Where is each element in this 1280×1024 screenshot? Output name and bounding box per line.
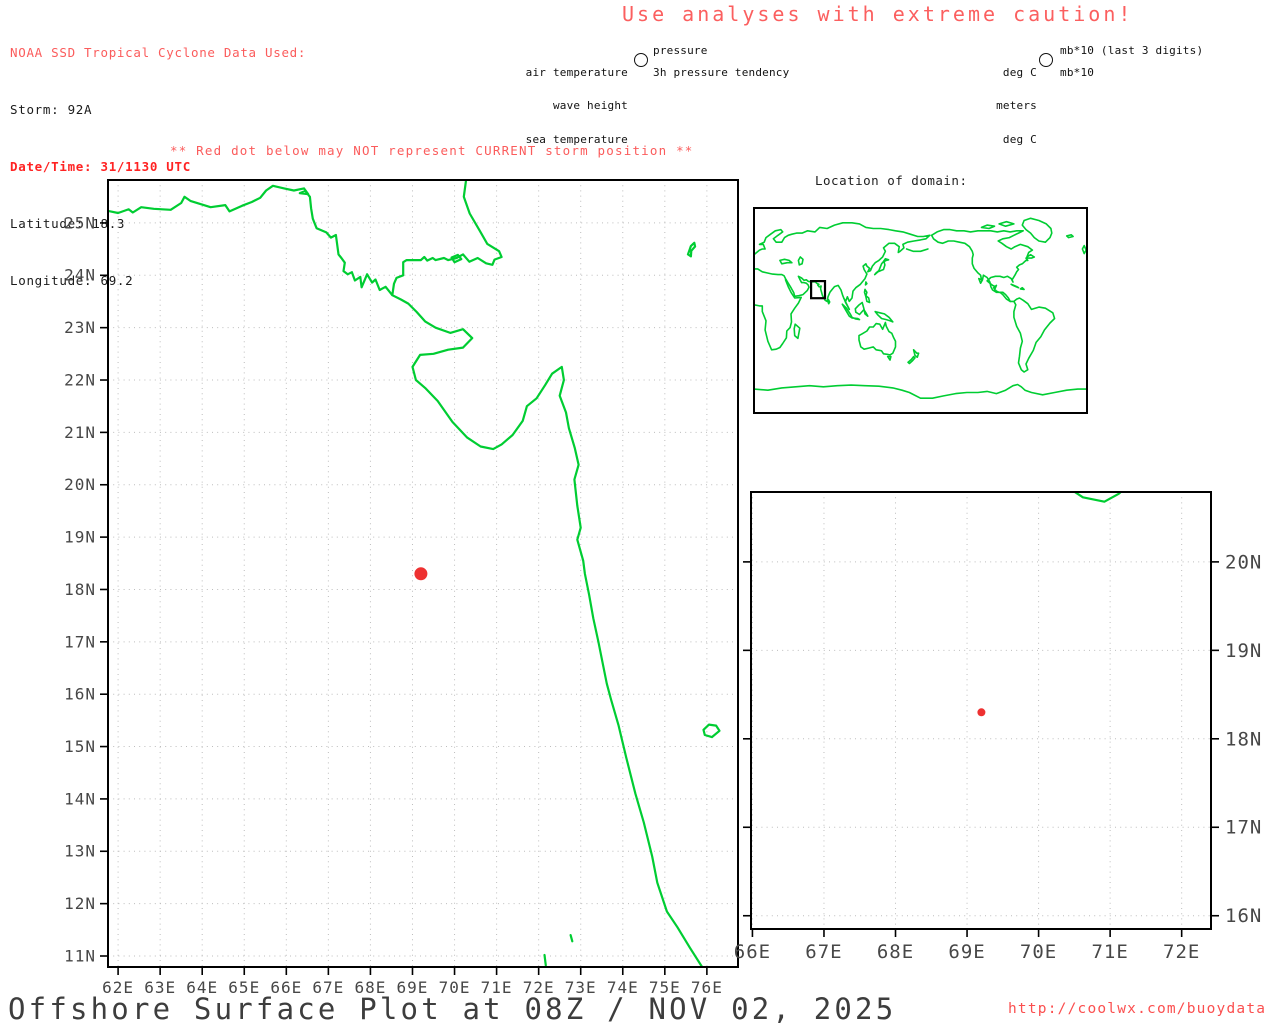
main-tick-marks bbox=[100, 222, 708, 975]
plot-title: Offshore Surface Plot at 08Z / NOV 02, 2… bbox=[8, 992, 897, 1024]
maps-canvas: 62E 63E 64E 65E 66E 67E 68E 69E 70E 71E 72E 73E 74E 7… bbox=[64, 179, 1262, 997]
svg-text:70E: 70E bbox=[1020, 941, 1057, 963]
zoom-coastlines bbox=[1072, 492, 1123, 503]
main-coastlines bbox=[108, 180, 721, 967]
svg-text:21N: 21N bbox=[64, 423, 96, 442]
svg-text:12N: 12N bbox=[64, 894, 96, 913]
source-url: http://coolwx.com/buoydata bbox=[1008, 1001, 1267, 1017]
svg-text:13N: 13N bbox=[64, 842, 96, 861]
zoom-tick-labels: 66E 67E 68E 69E 70E 71E 72E 20N 19N 18N 17N 16N bbox=[734, 551, 1262, 963]
main-tick-labels: 62E 63E 64E 65E 66E 67E 68E 69E 70E 71E 72E 73E 74E 7… bbox=[64, 213, 722, 997]
svg-text:22N: 22N bbox=[64, 370, 96, 389]
svg-text:25N: 25N bbox=[64, 213, 96, 232]
svg-text:18N: 18N bbox=[64, 580, 96, 599]
svg-text:14N: 14N bbox=[64, 789, 96, 808]
svg-text:19N: 19N bbox=[1225, 640, 1262, 662]
svg-text:23N: 23N bbox=[64, 318, 96, 337]
main-map: 62E 63E 64E 65E 66E 67E 68E 69E 70E 71E 72E 73E 74E 7… bbox=[64, 179, 739, 997]
svg-text:16N: 16N bbox=[1225, 905, 1262, 927]
svg-text:20N: 20N bbox=[1225, 551, 1262, 573]
svg-text:24N: 24N bbox=[64, 266, 96, 285]
offshore-surface-plot-page: NOAA SSD Tropical Cyclone Data Used: Sto… bbox=[0, 0, 1280, 1024]
svg-text:67E: 67E bbox=[805, 941, 842, 963]
svg-text:69E: 69E bbox=[948, 941, 985, 963]
zoom-map: 66E 67E 68E 69E 70E 71E 72E 20N 19N 18N 17N 16N bbox=[734, 491, 1262, 963]
svg-text:16N: 16N bbox=[64, 685, 96, 704]
svg-text:17N: 17N bbox=[1225, 817, 1262, 839]
svg-text:72E: 72E bbox=[1163, 941, 1200, 963]
svg-text:68E: 68E bbox=[877, 941, 914, 963]
svg-text:11N: 11N bbox=[64, 946, 96, 965]
svg-text:19N: 19N bbox=[64, 528, 96, 547]
svg-text:15N: 15N bbox=[64, 737, 96, 756]
world-coastlines bbox=[754, 217, 1087, 400]
svg-text:71E: 71E bbox=[1091, 941, 1128, 963]
svg-text:18N: 18N bbox=[1225, 728, 1262, 750]
world-map bbox=[753, 207, 1088, 414]
svg-text:17N: 17N bbox=[64, 632, 96, 651]
svg-text:20N: 20N bbox=[64, 475, 96, 494]
zoom-storm-position-dot bbox=[977, 708, 986, 717]
main-storm-position-dot bbox=[414, 567, 428, 581]
zoom-tick-marks bbox=[743, 561, 1219, 937]
svg-text:66E: 66E bbox=[734, 941, 771, 963]
